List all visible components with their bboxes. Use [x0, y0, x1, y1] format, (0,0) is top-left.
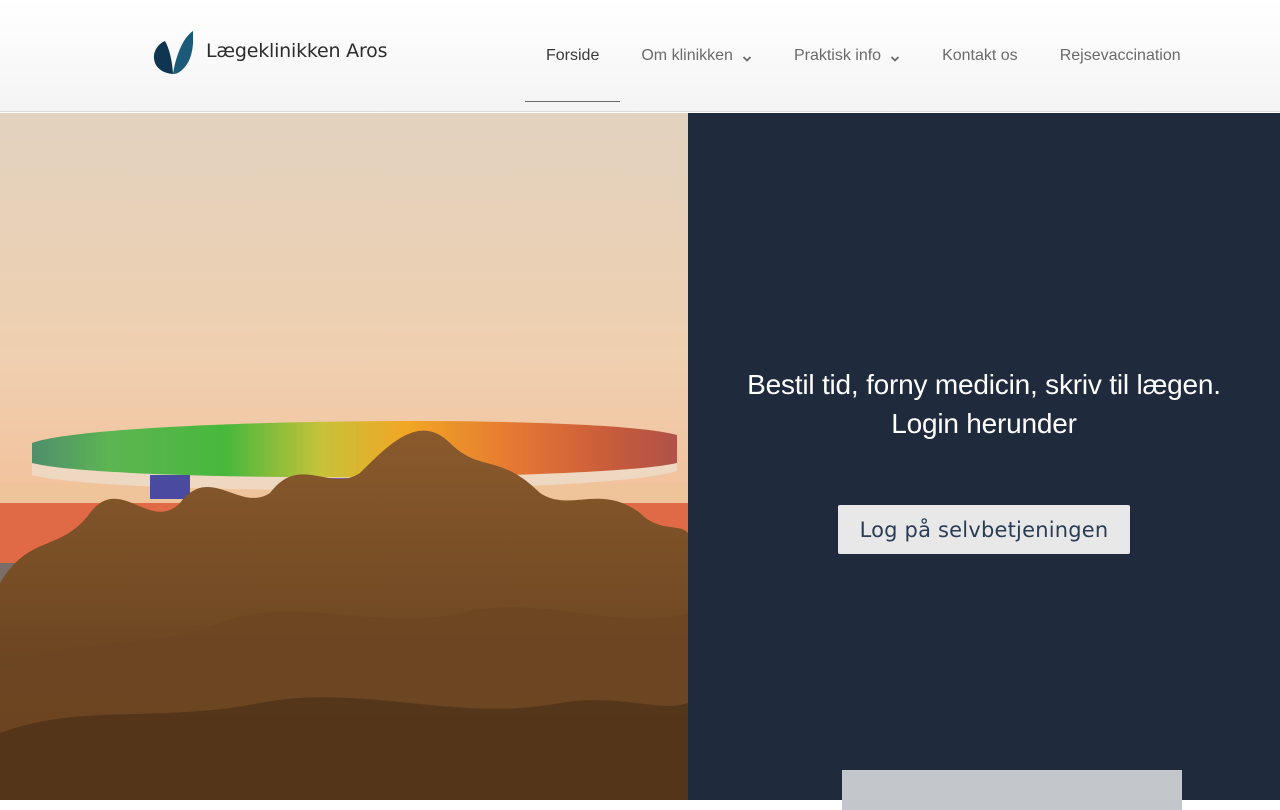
hero-headline-line2: Login herunder: [891, 408, 1077, 439]
nav-item-kontakt-os[interactable]: Kontakt os: [921, 0, 1039, 112]
info-card: [842, 770, 1182, 810]
nav-item-om-klinikken[interactable]: Om klinikken: [620, 0, 773, 112]
main-navigation: Forside Om klinikken Praktisk info Konta…: [525, 0, 1202, 112]
site-header: Lægeklinikken Aros Forside Om klinikken …: [0, 0, 1280, 112]
nav-item-label: Rejsevaccination: [1059, 47, 1181, 64]
nav-item-label: Praktisk info: [793, 47, 882, 64]
nav-item-rejsevaccination[interactable]: Rejsevaccination: [1039, 0, 1202, 112]
chevron-down-icon: [890, 51, 900, 62]
nav-item-forside[interactable]: Forside: [525, 0, 621, 112]
hero-headline-line1: Bestil tid, forny medicin, skriv til læg…: [747, 369, 1221, 400]
nav-item-label: Kontakt os: [942, 47, 1018, 64]
nav-item-label: Forside: [546, 47, 600, 64]
site-logo[interactable]: Lægeklinikken Aros: [153, 30, 387, 76]
brand-name: Lægeklinikken Aros: [206, 40, 388, 62]
chevron-down-icon: [742, 51, 752, 62]
hero-login-panel: Bestil tid, forny medicin, skriv til læg…: [688, 113, 1280, 810]
nav-item-label: Om klinikken: [641, 47, 733, 64]
login-selfservice-button[interactable]: Log på selvbetjeningen: [838, 505, 1130, 554]
nav-item-praktisk-info[interactable]: Praktisk info: [773, 0, 921, 112]
leaf-icon: [153, 31, 193, 75]
hero-headline: Bestil tid, forny medicin, skriv til læg…: [688, 365, 1280, 443]
hero-photo-aros-rainbow-panorama: [0, 113, 688, 800]
